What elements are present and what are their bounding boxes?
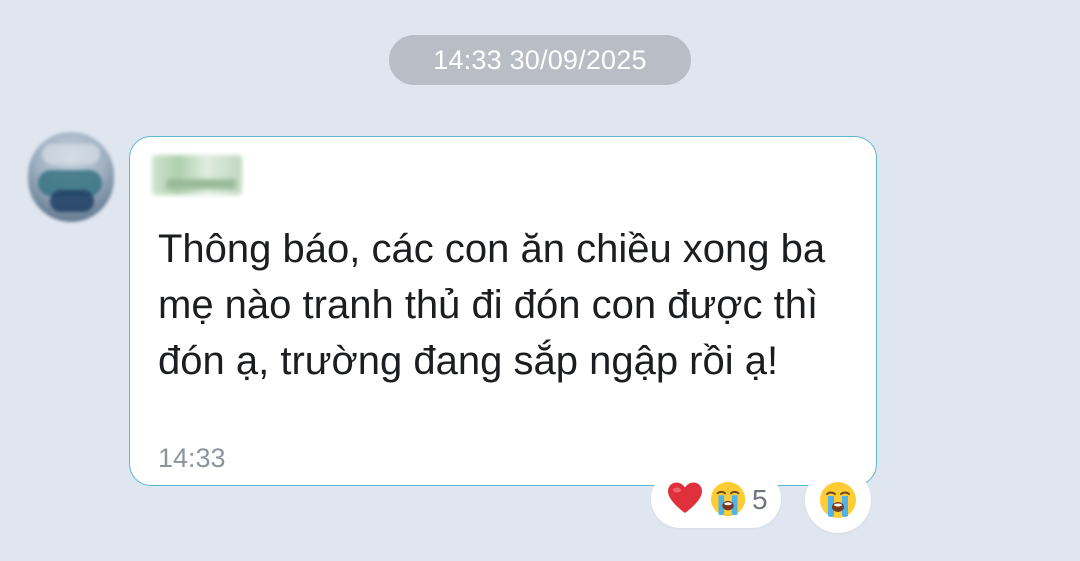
date-separator: 14:33 30/09/2025 — [389, 35, 691, 85]
avatar[interactable] — [28, 132, 114, 222]
message-bubble[interactable]: Thông báo, các con ăn chiều xong ba mẹ n… — [129, 136, 877, 486]
crying-face-icon — [820, 482, 856, 518]
crying-face-icon — [710, 481, 746, 517]
chat-screen: 14:33 30/09/2025 Thông báo, các con ăn c… — [0, 0, 1080, 561]
sender-name-blurred — [152, 155, 242, 195]
heart-icon — [668, 482, 702, 513]
reaction-summary[interactable]: 5 — [651, 470, 781, 528]
reaction-count: 5 — [752, 484, 768, 515]
add-reaction-button[interactable] — [805, 467, 871, 533]
message-time: 14:33 — [158, 443, 226, 473]
message-text: Thông báo, các con ăn chiều xong ba mẹ n… — [158, 227, 826, 383]
